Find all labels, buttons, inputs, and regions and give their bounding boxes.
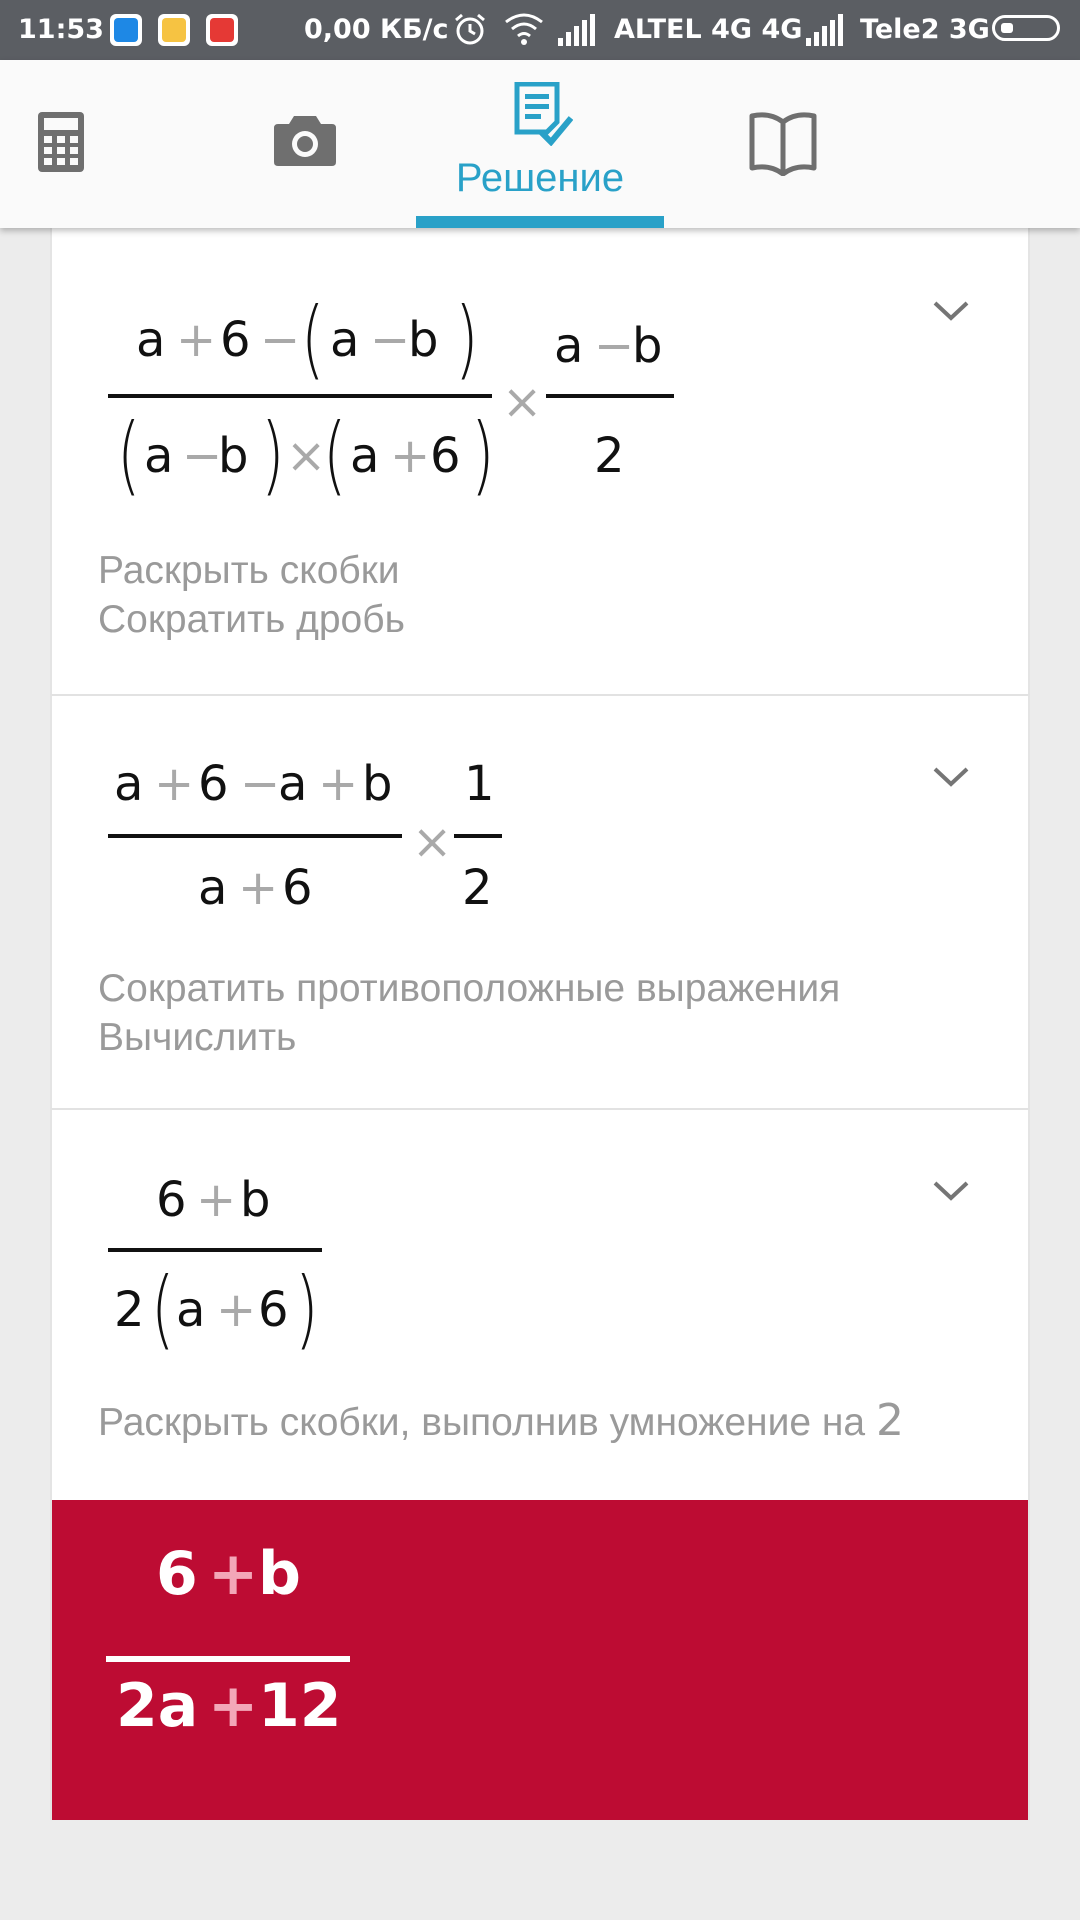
bottom-spacer	[50, 1820, 1030, 1920]
fraction-bar	[108, 1248, 322, 1252]
solution-step-2: a + 6 − a + b a + 6 × 1 2 Сократить прот…	[50, 694, 1030, 1108]
math-operator: +	[154, 756, 195, 812]
math-paren: )	[261, 405, 285, 505]
status-time: 11:53	[18, 14, 104, 45]
math-paren: )	[455, 289, 479, 389]
math-paren: )	[295, 1259, 319, 1359]
app-icon-blue	[110, 14, 142, 46]
math-paren: (	[323, 405, 347, 505]
chevron-down-icon[interactable]	[932, 766, 970, 788]
math-var: a	[144, 428, 174, 484]
tab-camera[interactable]	[230, 60, 380, 228]
operator-2: Tele2 3G	[860, 14, 990, 45]
math-times: ×	[412, 814, 453, 870]
battery-icon	[992, 15, 1060, 41]
math-paren: (	[151, 1259, 175, 1359]
math-var: b	[240, 1172, 271, 1228]
alarm-icon	[452, 12, 488, 55]
step-description: Сократить противоположные выражения	[98, 967, 841, 1010]
math-operator: +	[176, 312, 217, 368]
math-number: 2	[594, 428, 625, 484]
step-description: Раскрыть скобки, выполнив умножение на 2	[98, 1396, 904, 1447]
math-var: a	[350, 428, 380, 484]
chevron-down-icon[interactable]	[932, 1180, 970, 1202]
fraction-bar	[106, 1656, 350, 1662]
signal-icon	[556, 14, 596, 53]
step-description-text: Раскрыть скобки, выполнив умножение на	[98, 1401, 866, 1444]
math-number: 6	[430, 428, 461, 484]
math-number: 6	[282, 860, 313, 916]
network-speed: 0,00 КБ/с	[304, 14, 449, 45]
tab-bar: Решение	[0, 60, 1080, 228]
math-number: 6	[220, 312, 251, 368]
fraction-bar	[108, 394, 492, 398]
math-number: 12	[258, 1671, 342, 1741]
math-var: a	[198, 860, 228, 916]
math-operator: ×	[286, 428, 327, 484]
chevron-down-icon[interactable]	[932, 300, 970, 322]
math-number: 6	[156, 1539, 198, 1609]
solution-step-3: 6 + b 2 ( a + 6 ) Раскрыть скобки, выпол…	[50, 1108, 1030, 1500]
math-number: 1	[464, 756, 495, 812]
math-times: ×	[502, 374, 543, 430]
math-operator: +	[216, 1282, 257, 1338]
math-var: b	[408, 312, 439, 368]
fraction-bar	[108, 834, 402, 838]
app-icon-weather	[158, 14, 190, 46]
step-description: Сократить дробь	[98, 598, 405, 641]
math-var: b	[632, 318, 663, 374]
step-description: Раскрыть скобки	[98, 549, 400, 592]
status-bar: 11:53 0,00 КБ/с ALTEL 4G 4G Tele2 3G	[0, 0, 1080, 60]
math-operator: −	[240, 756, 281, 812]
calculator-icon	[38, 112, 84, 172]
math-term: 2a	[116, 1671, 199, 1741]
math-number: 6	[198, 756, 229, 812]
fraction-bar	[546, 394, 674, 398]
math-number: 6	[156, 1172, 187, 1228]
math-var: a	[554, 318, 584, 374]
math-var: a	[176, 1282, 206, 1338]
step-description: Вычислить	[98, 1016, 297, 1059]
math-operator: +	[208, 1671, 259, 1741]
tab-book[interactable]	[710, 60, 860, 228]
signal-icon	[804, 14, 844, 53]
math-var: a	[278, 756, 308, 812]
math-operator: +	[208, 1539, 259, 1609]
math-operator: +	[238, 860, 279, 916]
math-operator: +	[318, 756, 359, 812]
wifi-icon	[504, 12, 544, 53]
math-operator: −	[182, 428, 223, 484]
math-var: b	[258, 1539, 301, 1609]
math-var: b	[362, 756, 393, 812]
math-number: 6	[258, 1282, 289, 1338]
math-var: a	[136, 312, 166, 368]
tab-solution[interactable]: Решение	[416, 60, 664, 228]
math-paren: (	[301, 289, 325, 389]
step-description-number: 2	[875, 1395, 904, 1446]
operator-1: ALTEL 4G 4G	[614, 14, 803, 45]
final-answer: 6 + b 2a + 12	[50, 1500, 1030, 1820]
math-operator: +	[196, 1172, 237, 1228]
camera-icon	[274, 116, 336, 166]
solution-icon	[514, 82, 573, 146]
math-var: a	[114, 756, 144, 812]
math-operator: −	[260, 312, 301, 368]
math-var: a	[330, 312, 360, 368]
math-operator: −	[370, 312, 411, 368]
solution-step-1: a + 6 − ( a − b ) ( a − b ) × ( a + 6 ) …	[50, 228, 1030, 694]
math-paren: )	[471, 405, 495, 505]
math-operator: −	[594, 318, 635, 374]
book-icon	[749, 112, 817, 176]
math-operator: +	[390, 428, 431, 484]
fraction-bar	[454, 834, 502, 838]
math-number: 2	[462, 860, 493, 916]
math-number: 2	[114, 1282, 145, 1338]
tab-calculator[interactable]	[0, 60, 120, 228]
active-tab-indicator	[416, 216, 664, 228]
tab-solution-label: Решение	[455, 156, 625, 200]
yandex-icon	[206, 14, 238, 46]
math-var: b	[218, 428, 249, 484]
math-paren: (	[117, 405, 141, 505]
